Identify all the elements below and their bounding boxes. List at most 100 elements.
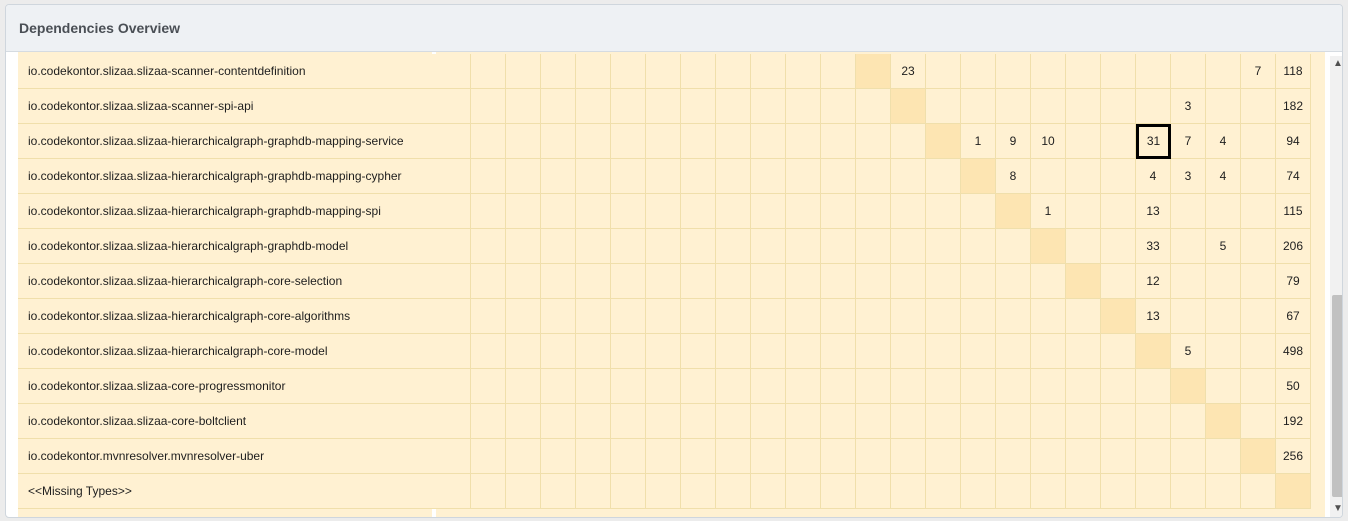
- matrix-cell[interactable]: [576, 89, 611, 124]
- matrix-cell[interactable]: [856, 159, 891, 194]
- matrix-cell[interactable]: [961, 54, 996, 89]
- matrix-cell[interactable]: [1241, 474, 1276, 509]
- matrix-cell[interactable]: [856, 89, 891, 124]
- matrix-cell[interactable]: [1241, 124, 1276, 159]
- matrix-cell[interactable]: [961, 159, 996, 194]
- matrix-cell[interactable]: [786, 264, 821, 299]
- matrix-cell[interactable]: [646, 439, 681, 474]
- row-label[interactable]: io.codekontor.slizaa.slizaa-hierarchical…: [18, 194, 441, 229]
- matrix-cell[interactable]: [1031, 159, 1066, 194]
- scrollbar-thumb[interactable]: [1332, 295, 1342, 497]
- matrix-cell[interactable]: [1101, 194, 1136, 229]
- matrix-cell[interactable]: [681, 369, 716, 404]
- matrix-cell[interactable]: [471, 369, 506, 404]
- matrix-cell[interactable]: [1171, 404, 1206, 439]
- matrix-cell[interactable]: [436, 369, 471, 404]
- matrix-cell[interactable]: [961, 194, 996, 229]
- matrix-cell[interactable]: [646, 334, 681, 369]
- matrix-cell[interactable]: 67: [1276, 299, 1311, 334]
- matrix-cell[interactable]: [891, 124, 926, 159]
- matrix-cell[interactable]: [1066, 124, 1101, 159]
- matrix-cell[interactable]: [1031, 404, 1066, 439]
- matrix-cell[interactable]: [961, 369, 996, 404]
- matrix-cell[interactable]: [1031, 54, 1066, 89]
- matrix-cell[interactable]: [576, 229, 611, 264]
- row-label[interactable]: io.codekontor.slizaa.slizaa-core-boltcli…: [18, 404, 441, 439]
- matrix-cell[interactable]: 7: [1171, 124, 1206, 159]
- row-label[interactable]: io.codekontor.slizaa.slizaa-core-progres…: [18, 369, 441, 404]
- matrix-cell[interactable]: [611, 54, 646, 89]
- matrix-cell[interactable]: [506, 89, 541, 124]
- matrix-cell[interactable]: [646, 194, 681, 229]
- matrix-cell[interactable]: [926, 54, 961, 89]
- matrix-cell[interactable]: [996, 89, 1031, 124]
- matrix-cell[interactable]: [786, 54, 821, 89]
- matrix-cell[interactable]: [1241, 264, 1276, 299]
- matrix-cell[interactable]: [541, 159, 576, 194]
- matrix-cell[interactable]: [996, 264, 1031, 299]
- matrix-cell[interactable]: 3: [1171, 159, 1206, 194]
- matrix-cell[interactable]: [716, 299, 751, 334]
- matrix-cell[interactable]: [926, 229, 961, 264]
- matrix-cell[interactable]: [751, 54, 786, 89]
- matrix-cell[interactable]: [716, 124, 751, 159]
- matrix-cell[interactable]: [576, 439, 611, 474]
- matrix-cell[interactable]: [1066, 439, 1101, 474]
- matrix-cell[interactable]: 13: [1136, 194, 1171, 229]
- matrix-cell[interactable]: [1101, 124, 1136, 159]
- matrix-cell[interactable]: [926, 124, 961, 159]
- matrix-cell[interactable]: [1066, 159, 1101, 194]
- matrix-cell[interactable]: [541, 194, 576, 229]
- matrix-cell[interactable]: [541, 54, 576, 89]
- matrix-cell[interactable]: [961, 474, 996, 509]
- matrix-cell[interactable]: [1171, 264, 1206, 299]
- matrix-cell[interactable]: 12: [1136, 264, 1171, 299]
- matrix-cell[interactable]: [1136, 474, 1171, 509]
- matrix-cell[interactable]: [1171, 474, 1206, 509]
- matrix-cell[interactable]: [471, 229, 506, 264]
- matrix-cell[interactable]: 79: [1276, 264, 1311, 299]
- matrix-cell[interactable]: [856, 334, 891, 369]
- matrix-cell[interactable]: [821, 439, 856, 474]
- matrix-cell[interactable]: 13: [1136, 299, 1171, 334]
- matrix-cell[interactable]: [856, 229, 891, 264]
- matrix-cell[interactable]: [821, 124, 856, 159]
- matrix-cell[interactable]: [471, 334, 506, 369]
- matrix-cell[interactable]: [926, 439, 961, 474]
- matrix-cell[interactable]: [541, 124, 576, 159]
- matrix-cell[interactable]: [436, 229, 471, 264]
- matrix-cell[interactable]: [1101, 229, 1136, 264]
- matrix-cell[interactable]: [1241, 159, 1276, 194]
- matrix-cell[interactable]: [1101, 54, 1136, 89]
- row-label[interactable]: io.codekontor.slizaa.slizaa-hierarchical…: [18, 334, 441, 369]
- matrix-cell[interactable]: [506, 299, 541, 334]
- matrix-cell[interactable]: [1171, 229, 1206, 264]
- matrix-cell[interactable]: [1101, 474, 1136, 509]
- matrix-cell[interactable]: [856, 474, 891, 509]
- matrix-cell[interactable]: [716, 194, 751, 229]
- matrix-cell[interactable]: [1241, 369, 1276, 404]
- matrix-cell[interactable]: [1241, 439, 1276, 474]
- matrix-cell[interactable]: [821, 229, 856, 264]
- chevron-up-icon[interactable]: ▲: [1330, 56, 1342, 72]
- matrix-cell[interactable]: [1206, 404, 1241, 439]
- matrix-cell[interactable]: [1101, 264, 1136, 299]
- matrix-cell[interactable]: 3: [1171, 89, 1206, 124]
- matrix-cell[interactable]: [751, 124, 786, 159]
- matrix-cell[interactable]: [821, 54, 856, 89]
- matrix-cell[interactable]: [1206, 194, 1241, 229]
- matrix-cell[interactable]: [681, 159, 716, 194]
- matrix-cell[interactable]: [961, 439, 996, 474]
- matrix-cell[interactable]: [751, 194, 786, 229]
- matrix-cell[interactable]: [1241, 229, 1276, 264]
- matrix-cell[interactable]: [786, 159, 821, 194]
- matrix-cell[interactable]: [1206, 474, 1241, 509]
- matrix-cell[interactable]: [681, 54, 716, 89]
- matrix-cell[interactable]: [541, 89, 576, 124]
- matrix-cell[interactable]: [1066, 229, 1101, 264]
- matrix-cell[interactable]: [471, 264, 506, 299]
- matrix-cell[interactable]: [1031, 369, 1066, 404]
- matrix-cell[interactable]: [1066, 54, 1101, 89]
- vertical-scrollbar[interactable]: ▲ ▼: [1330, 56, 1342, 517]
- matrix-cell[interactable]: [786, 474, 821, 509]
